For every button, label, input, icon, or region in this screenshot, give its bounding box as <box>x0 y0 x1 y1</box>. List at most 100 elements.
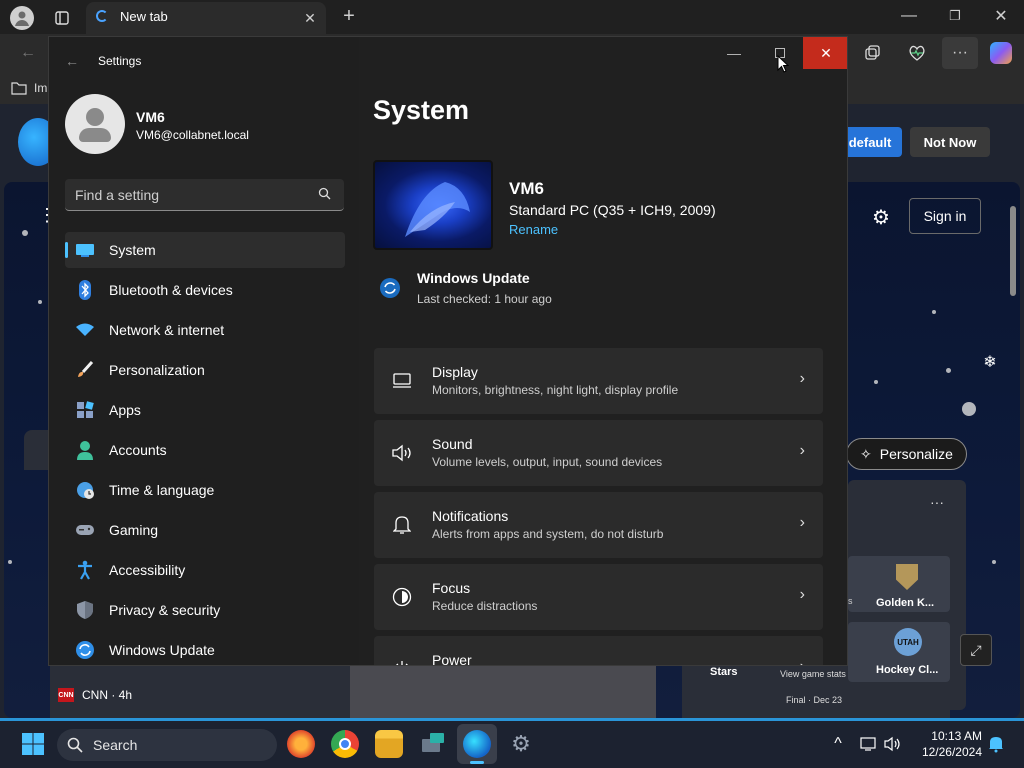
clock-time[interactable]: 10:13 AM <box>916 729 982 743</box>
card-title: Focus <box>432 580 471 596</box>
brush-icon <box>75 360 95 380</box>
collections-icon[interactable] <box>860 41 884 65</box>
sidebar-item-label: Apps <box>109 402 141 418</box>
browser-tab-bar: New tab ✕ + — ❐ ✕ <box>0 0 1024 34</box>
network-icon[interactable] <box>860 736 878 757</box>
not-now-button[interactable]: Not Now <box>910 127 990 157</box>
taskbar-search-label: Search <box>93 737 138 753</box>
avatar[interactable] <box>65 94 125 154</box>
clock-date[interactable]: 12/26/2024 <box>910 745 982 759</box>
device-model: Standard PC (Q35 + ICH9, 2009) <box>509 202 716 218</box>
page-title: System <box>373 95 470 125</box>
sidebar-item-privacy[interactable]: Privacy & security <box>65 592 345 628</box>
sidebar-item-label: Gaming <box>109 522 159 538</box>
settings-back-icon[interactable]: ← <box>65 53 79 69</box>
sidebar-item-apps[interactable]: Apps <box>65 392 345 428</box>
chevron-right-icon: › <box>799 514 805 531</box>
chevron-right-icon: › <box>799 370 805 387</box>
new-tab-icon[interactable]: + <box>338 4 360 28</box>
close-browser-icon[interactable]: ✕ <box>988 4 1014 28</box>
page-scrollbar[interactable] <box>1008 190 1018 710</box>
windows-update-title[interactable]: Windows Update <box>417 270 530 286</box>
power-card[interactable]: Power › <box>374 636 823 666</box>
tab-title: New tab <box>120 9 168 24</box>
person-icon <box>75 440 95 460</box>
settings-gear-icon[interactable]: ⚙ <box>507 730 535 758</box>
sports-card-utah[interactable]: UTAH Hockey Cl... <box>848 622 950 682</box>
minimize-browser-icon[interactable]: — <box>896 4 922 28</box>
close-tab-icon[interactable]: ✕ <box>300 8 320 28</box>
loading-icon <box>96 10 108 22</box>
focus-icon <box>390 585 414 609</box>
file-explorer-icon[interactable] <box>375 730 403 758</box>
apps-icon <box>75 400 95 420</box>
profile-icon[interactable] <box>10 6 34 30</box>
display-card[interactable]: Display Monitors, brightness, night ligh… <box>374 348 823 414</box>
notifications-card[interactable]: Notifications Alerts from apps and syste… <box>374 492 823 558</box>
more-menu-icon[interactable]: ··· <box>942 37 978 69</box>
chrome-icon[interactable] <box>331 730 359 758</box>
volume-icon[interactable] <box>884 736 902 757</box>
start-icon[interactable] <box>19 730 47 758</box>
card-title: Display <box>432 364 478 380</box>
display-icon <box>390 369 414 393</box>
card-title: Power <box>432 652 472 666</box>
back-icon[interactable]: ← <box>16 41 40 65</box>
device-name: VM6 <box>509 179 544 198</box>
sidebar-item-accounts[interactable]: Accounts <box>65 432 345 468</box>
focus-card[interactable]: Focus Reduce distractions › <box>374 564 823 630</box>
sparkle-icon: ✧ <box>860 445 872 462</box>
sports-more-icon[interactable]: ··· <box>930 494 944 510</box>
minimize-icon[interactable]: — <box>711 37 757 69</box>
sidebar-item-network[interactable]: Network & internet <box>65 312 345 348</box>
edge-icon[interactable] <box>463 730 491 758</box>
globe-icon <box>75 480 95 500</box>
sidebar-item-windows-update[interactable]: Windows Update <box>65 632 345 665</box>
settings-title: Settings <box>98 54 142 68</box>
apps-grid-icon[interactable]: ⋮ <box>38 206 56 224</box>
close-icon[interactable]: ✕ <box>803 37 847 69</box>
search-input[interactable]: Find a setting <box>65 179 344 211</box>
restore-browser-icon[interactable]: ❐ <box>942 4 968 28</box>
sidebar-item-system[interactable]: System <box>65 232 345 268</box>
performance-icon[interactable] <box>904 41 930 65</box>
folder-icon <box>10 79 28 97</box>
sidebar-item-bluetooth[interactable]: Bluetooth & devices <box>65 272 345 308</box>
copilot-icon[interactable] <box>990 42 1012 64</box>
firefox-icon[interactable] <box>287 730 315 758</box>
settings-window: ← Settings — ✕ VM6 VM6@collabnet.local F… <box>48 36 848 666</box>
team-logo-icon <box>896 564 918 590</box>
snowflake-icon[interactable]: ❄ <box>978 350 1002 374</box>
card-subtitle: Reduce distractions <box>432 599 538 613</box>
final-label: Final · Dec 23 <box>786 695 843 705</box>
chevron-up-icon[interactable]: ^ <box>828 734 848 754</box>
sidebar-item-personalization[interactable]: Personalization <box>65 352 345 388</box>
sidebar-item-label: Accessibility <box>109 562 186 578</box>
sidebar-item-label: Personalization <box>109 362 205 378</box>
bell-icon <box>390 513 414 537</box>
sidebar-item-gaming[interactable]: Gaming <box>65 512 345 548</box>
page-settings-icon[interactable]: ⚙ <box>868 204 894 230</box>
expand-icon[interactable]: ⤢ <box>960 634 992 666</box>
card-subtitle: Volume levels, output, input, sound devi… <box>432 455 663 469</box>
favorites-item[interactable]: Im <box>34 81 47 95</box>
user-email: VM6@collabnet.local <box>136 128 249 142</box>
sports-card-golden-knights[interactable]: s Golden K... <box>848 556 950 612</box>
bluetooth-icon <box>75 280 95 300</box>
sidebar-item-time-language[interactable]: Time & language <box>65 472 345 508</box>
active-indicator <box>470 761 484 764</box>
tab-actions-icon[interactable] <box>50 6 74 30</box>
taskbar-search[interactable]: Search <box>57 729 277 761</box>
sidebar-item-label: Bluetooth & devices <box>109 282 233 298</box>
card-title: Sound <box>432 436 473 452</box>
rename-link[interactable]: Rename <box>509 222 558 237</box>
remote-desktop-icon[interactable] <box>419 730 447 758</box>
personalize-button[interactable]: ✧ Personalize <box>846 438 967 470</box>
sidebar-item-accessibility[interactable]: Accessibility <box>65 552 345 588</box>
sidebar-item-label: Accounts <box>109 442 167 458</box>
sound-card[interactable]: Sound Volume levels, output, input, soun… <box>374 420 823 486</box>
card-subtitle: Monitors, brightness, night light, displ… <box>432 383 679 397</box>
notification-bell-icon[interactable] <box>988 735 1004 758</box>
view-game-stats-link[interactable]: View game stats <box>780 669 846 679</box>
sign-in-button[interactable]: Sign in <box>909 198 981 234</box>
